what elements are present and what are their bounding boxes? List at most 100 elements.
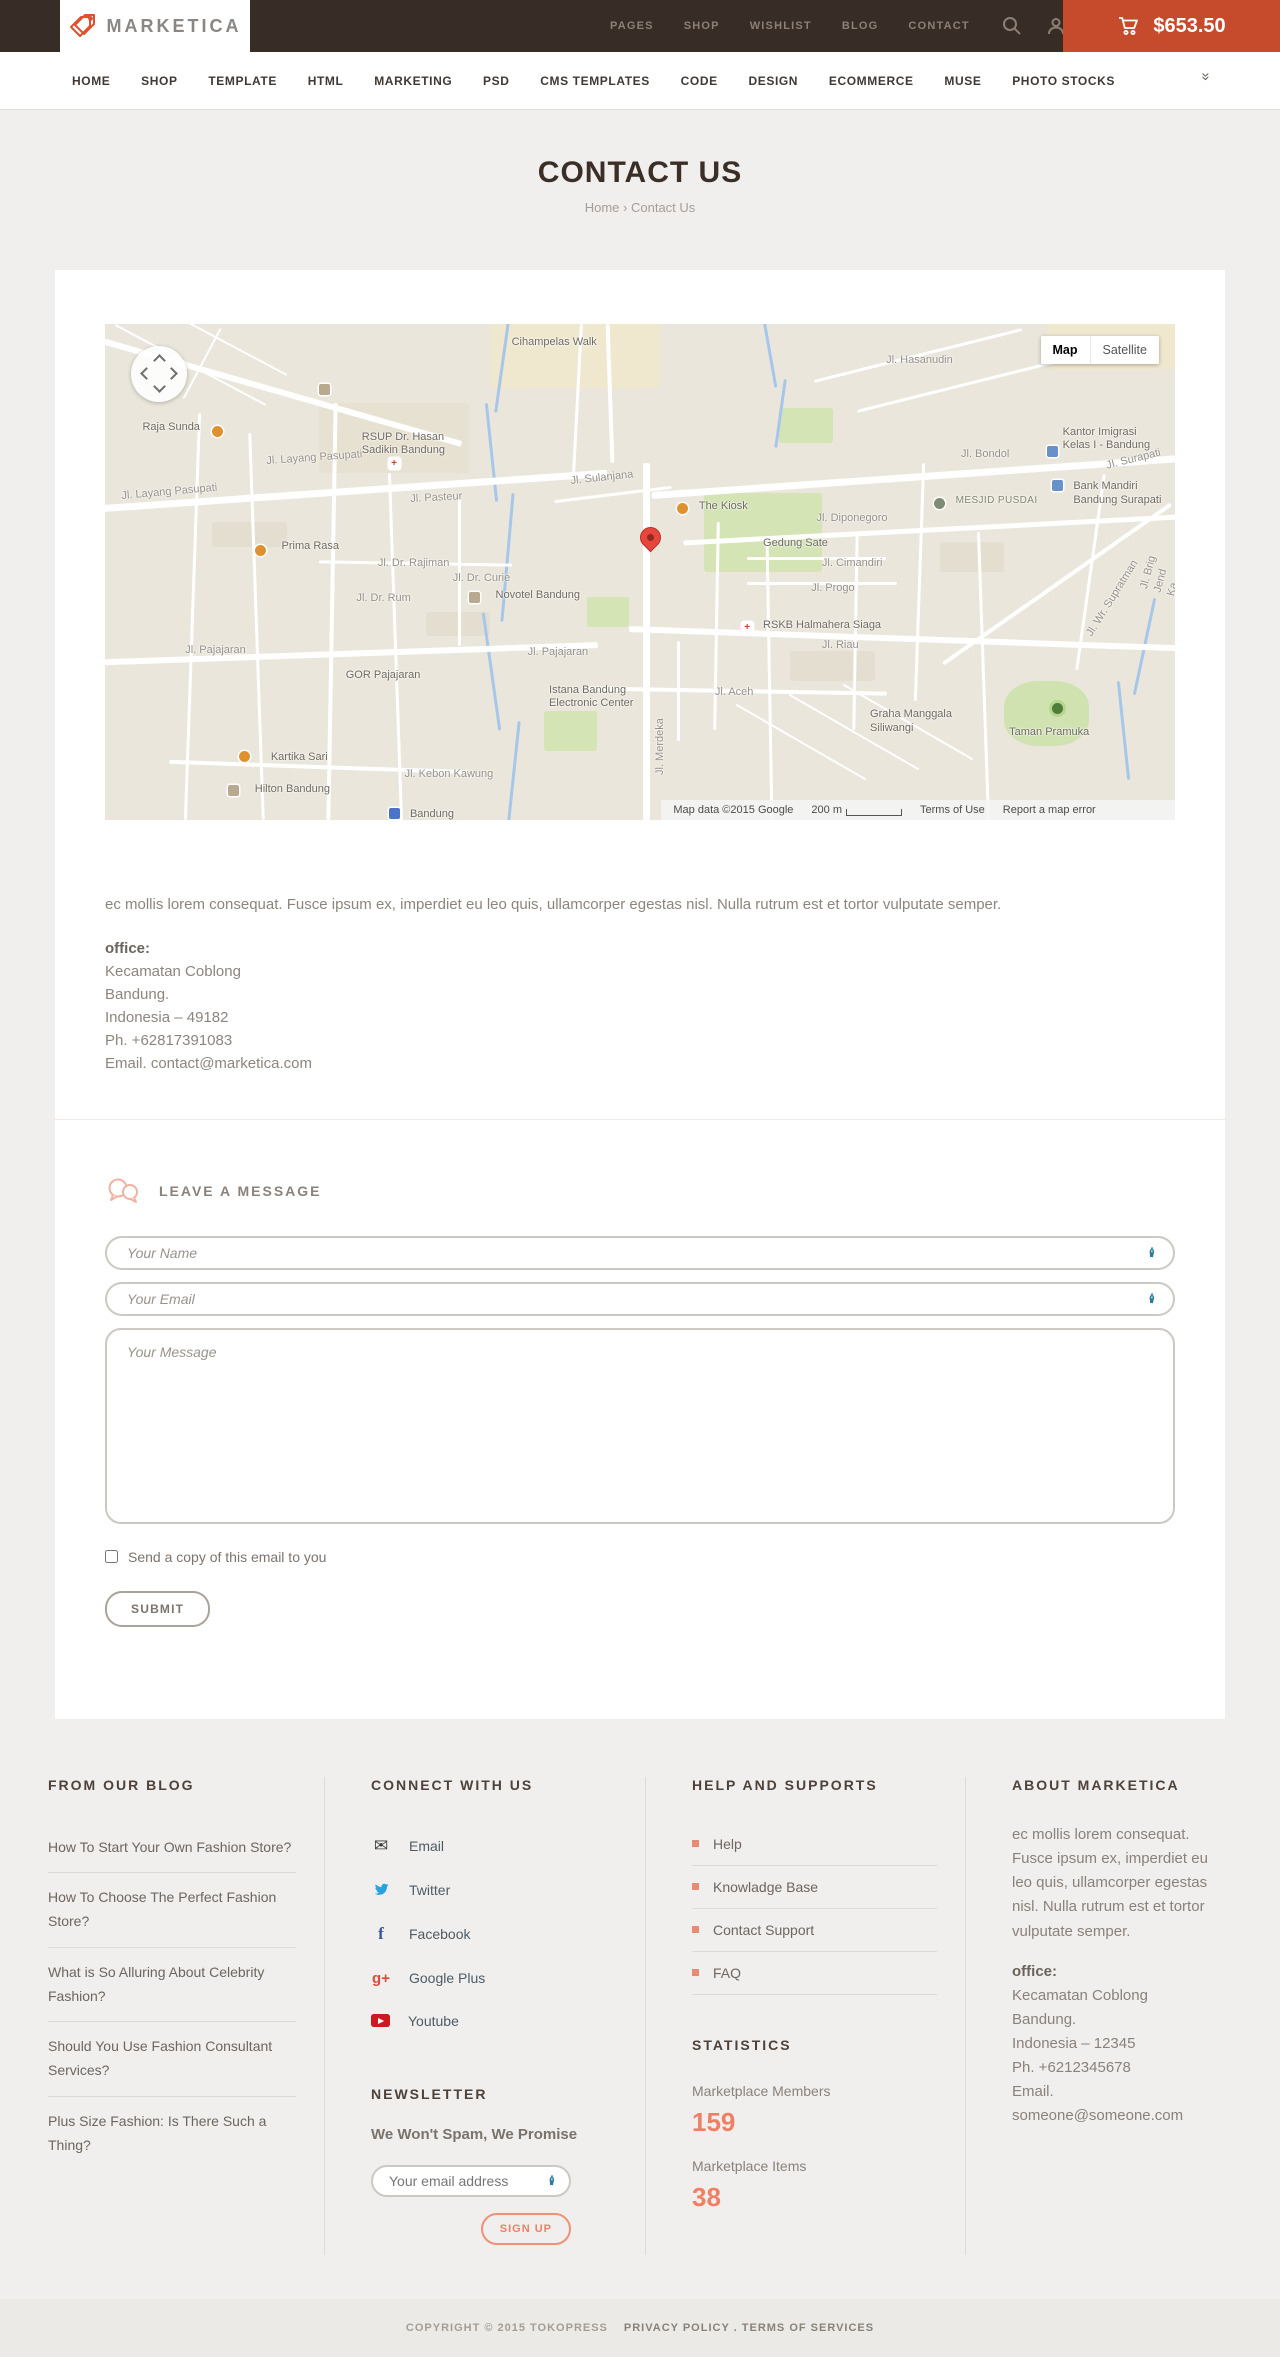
hotel-poi-icon[interactable] bbox=[319, 383, 330, 395]
map-scale: 200 m bbox=[811, 804, 902, 816]
category-nav-item[interactable]: PHOTO STOCKS bbox=[1012, 74, 1115, 88]
category-nav-item[interactable]: CMS TEMPLATES bbox=[540, 74, 650, 88]
map-marker-pin[interactable] bbox=[635, 523, 666, 553]
square-bullet-icon bbox=[692, 1969, 699, 1976]
restaurant-poi-icon[interactable] bbox=[254, 544, 266, 556]
pan-up-icon[interactable] bbox=[153, 354, 166, 367]
map-terms-link[interactable]: Terms of Use bbox=[920, 804, 985, 816]
category-nav-item[interactable]: MUSE bbox=[944, 74, 981, 88]
brand-logo[interactable]: MARKETICA bbox=[60, 0, 250, 52]
address-line: Email. someone@someone.com bbox=[1012, 2082, 1184, 2124]
message-textarea[interactable] bbox=[105, 1327, 1175, 1524]
social-link[interactable]: Youtube bbox=[371, 2000, 617, 2042]
category-nav-item[interactable]: MARKETING bbox=[374, 74, 452, 88]
category-nav-item[interactable]: HTML bbox=[308, 74, 344, 88]
social-label: Youtube bbox=[408, 2012, 459, 2029]
category-nav-item[interactable]: SHOP bbox=[141, 74, 177, 88]
footer-blog-title: FROM OUR BLOG bbox=[48, 1776, 195, 1793]
pan-down-icon[interactable] bbox=[153, 380, 166, 393]
help-link-label: Knowladge Base bbox=[713, 1878, 819, 1895]
cart-button[interactable]: $653.50 bbox=[1063, 0, 1280, 52]
restaurant-poi-icon[interactable] bbox=[238, 750, 250, 762]
search-icon[interactable] bbox=[1002, 16, 1022, 36]
top-nav-item[interactable]: SHOP bbox=[684, 20, 720, 32]
top-header: MARKETICA PAGES SHOP WISHLIST BLOG CONTACT bbox=[0, 0, 1280, 52]
help-link[interactable]: FAQ bbox=[692, 1952, 937, 1995]
blog-post-link[interactable]: Should You Use Fashion Consultant Servic… bbox=[48, 2022, 296, 2098]
google-map[interactable]: Map Satellite Map data ©2015 Google 200 … bbox=[105, 324, 1175, 820]
map-label: RSKB Halmahera Siaga bbox=[763, 619, 882, 632]
social-link[interactable]: ✉ Email bbox=[371, 1823, 617, 1869]
blog-post-link[interactable]: Plus Size Fashion: Is There Such a Thing… bbox=[48, 2097, 296, 2171]
bank-poi-icon[interactable] bbox=[1046, 445, 1058, 457]
blog-post-link[interactable]: What is So Alluring About Celebrity Fash… bbox=[48, 1948, 296, 2023]
signup-button[interactable]: SIGN UP bbox=[480, 2212, 571, 2245]
hospital-poi-icon[interactable]: + bbox=[741, 621, 753, 633]
map-area bbox=[789, 651, 876, 682]
contact-card: Map Satellite Map data ©2015 Google 200 … bbox=[55, 270, 1225, 1719]
newsletter-widget: NEWSLETTER We Won't Spam, We Promise ✒ S… bbox=[371, 2086, 617, 2245]
pan-right-icon[interactable] bbox=[165, 367, 178, 380]
help-link[interactable]: Contact Support bbox=[692, 1909, 937, 1952]
mosque-poi-icon[interactable] bbox=[934, 497, 946, 509]
social-link[interactable]: Twitter bbox=[371, 1869, 617, 1911]
hotel-poi-icon[interactable] bbox=[468, 591, 480, 603]
map-section: Map Satellite Map data ©2015 Google 200 … bbox=[55, 270, 1225, 1119]
map-label: Bandung bbox=[409, 807, 454, 820]
map-label: Jl. Dr. Rum bbox=[356, 591, 411, 604]
map-label: Jl. Dr. Rajiman bbox=[377, 557, 450, 570]
signup-row: SIGN UP bbox=[371, 2212, 571, 2245]
map-label: Istana Bandung Electronic Center bbox=[549, 683, 634, 710]
category-nav-item[interactable]: DESIGN bbox=[748, 74, 798, 88]
chevron-double-down-icon[interactable]: » bbox=[1197, 72, 1214, 80]
restaurant-poi-icon[interactable] bbox=[677, 502, 689, 514]
blog-post-link[interactable]: How To Start Your Own Fashion Store? bbox=[48, 1823, 296, 1874]
help-link[interactable]: Help bbox=[692, 1823, 937, 1866]
name-input[interactable] bbox=[105, 1235, 1175, 1270]
map-label: Bank Mandiri Bandung Surapati bbox=[1073, 480, 1162, 506]
about-office-block: office: Kecamatan Coblong Bandung. Indones… bbox=[1012, 1960, 1208, 2128]
map-report-error-link[interactable]: Report a map error bbox=[1003, 804, 1096, 816]
category-nav-item[interactable]: HOME bbox=[72, 74, 110, 88]
transit-poi-icon[interactable] bbox=[388, 807, 400, 819]
restaurant-poi-icon[interactable] bbox=[212, 425, 223, 437]
breadcrumb-home[interactable]: Home bbox=[585, 200, 620, 215]
map-type-satellite-button[interactable]: Satellite bbox=[1090, 336, 1159, 364]
top-nav-item[interactable]: WISHLIST bbox=[750, 20, 812, 32]
hotel-poi-icon[interactable] bbox=[228, 785, 240, 797]
address-line: Kecamatan Coblong bbox=[1012, 1986, 1148, 2004]
map-river bbox=[505, 720, 521, 820]
hospital-poi-icon[interactable]: + bbox=[388, 457, 400, 469]
send-copy-checkbox[interactable] bbox=[105, 1550, 118, 1563]
map-label: Jl. Bondol bbox=[961, 448, 1010, 460]
address-line: Indonesia – 49182 bbox=[105, 1008, 229, 1026]
social-link[interactable]: g+ Google Plus bbox=[371, 1957, 617, 2000]
category-nav-item[interactable]: ECOMMERCE bbox=[829, 74, 914, 88]
address-line: Bandung. bbox=[105, 985, 170, 1003]
stat-item: Marketplace Members 159 bbox=[692, 2083, 937, 2138]
submit-button[interactable]: SUBMIT bbox=[105, 1590, 211, 1627]
social-link[interactable]: f Facebook bbox=[371, 1911, 617, 1957]
map-type-map-button[interactable]: Map bbox=[1040, 336, 1091, 364]
newsletter-email-input[interactable] bbox=[371, 2164, 571, 2197]
map-road bbox=[914, 462, 926, 701]
email-input[interactable] bbox=[105, 1281, 1175, 1316]
category-nav-item[interactable]: TEMPLATE bbox=[208, 74, 277, 88]
top-nav-item[interactable]: CONTACT bbox=[908, 20, 969, 32]
map-label: Prima Rasa bbox=[281, 539, 340, 552]
top-nav-item[interactable]: BLOG bbox=[842, 20, 879, 32]
bank-poi-icon[interactable] bbox=[1051, 480, 1063, 492]
map-label: Jl. Merdeka bbox=[653, 718, 666, 776]
message-form-header: LEAVE A MESSAGE bbox=[105, 1176, 1175, 1206]
blog-post-link[interactable]: How To Choose The Perfect Fashion Store? bbox=[48, 1873, 296, 1948]
pan-left-icon[interactable] bbox=[140, 367, 153, 380]
stat-item: Marketplace Items 38 bbox=[692, 2158, 937, 2213]
help-link[interactable]: Knowladge Base bbox=[692, 1866, 937, 1909]
top-nav-item[interactable]: PAGES bbox=[610, 20, 654, 32]
legal-links[interactable]: PRIVACY POLICY . TERMS OF SERVICES bbox=[624, 2322, 874, 2334]
map-river bbox=[1116, 681, 1130, 781]
page: MARKETICA PAGES SHOP WISHLIST BLOG CONTACT bbox=[0, 0, 1280, 2357]
category-nav-item[interactable]: CODE bbox=[681, 74, 718, 88]
category-nav-item[interactable]: PSD bbox=[483, 74, 509, 88]
map-pan-control[interactable] bbox=[131, 346, 187, 402]
